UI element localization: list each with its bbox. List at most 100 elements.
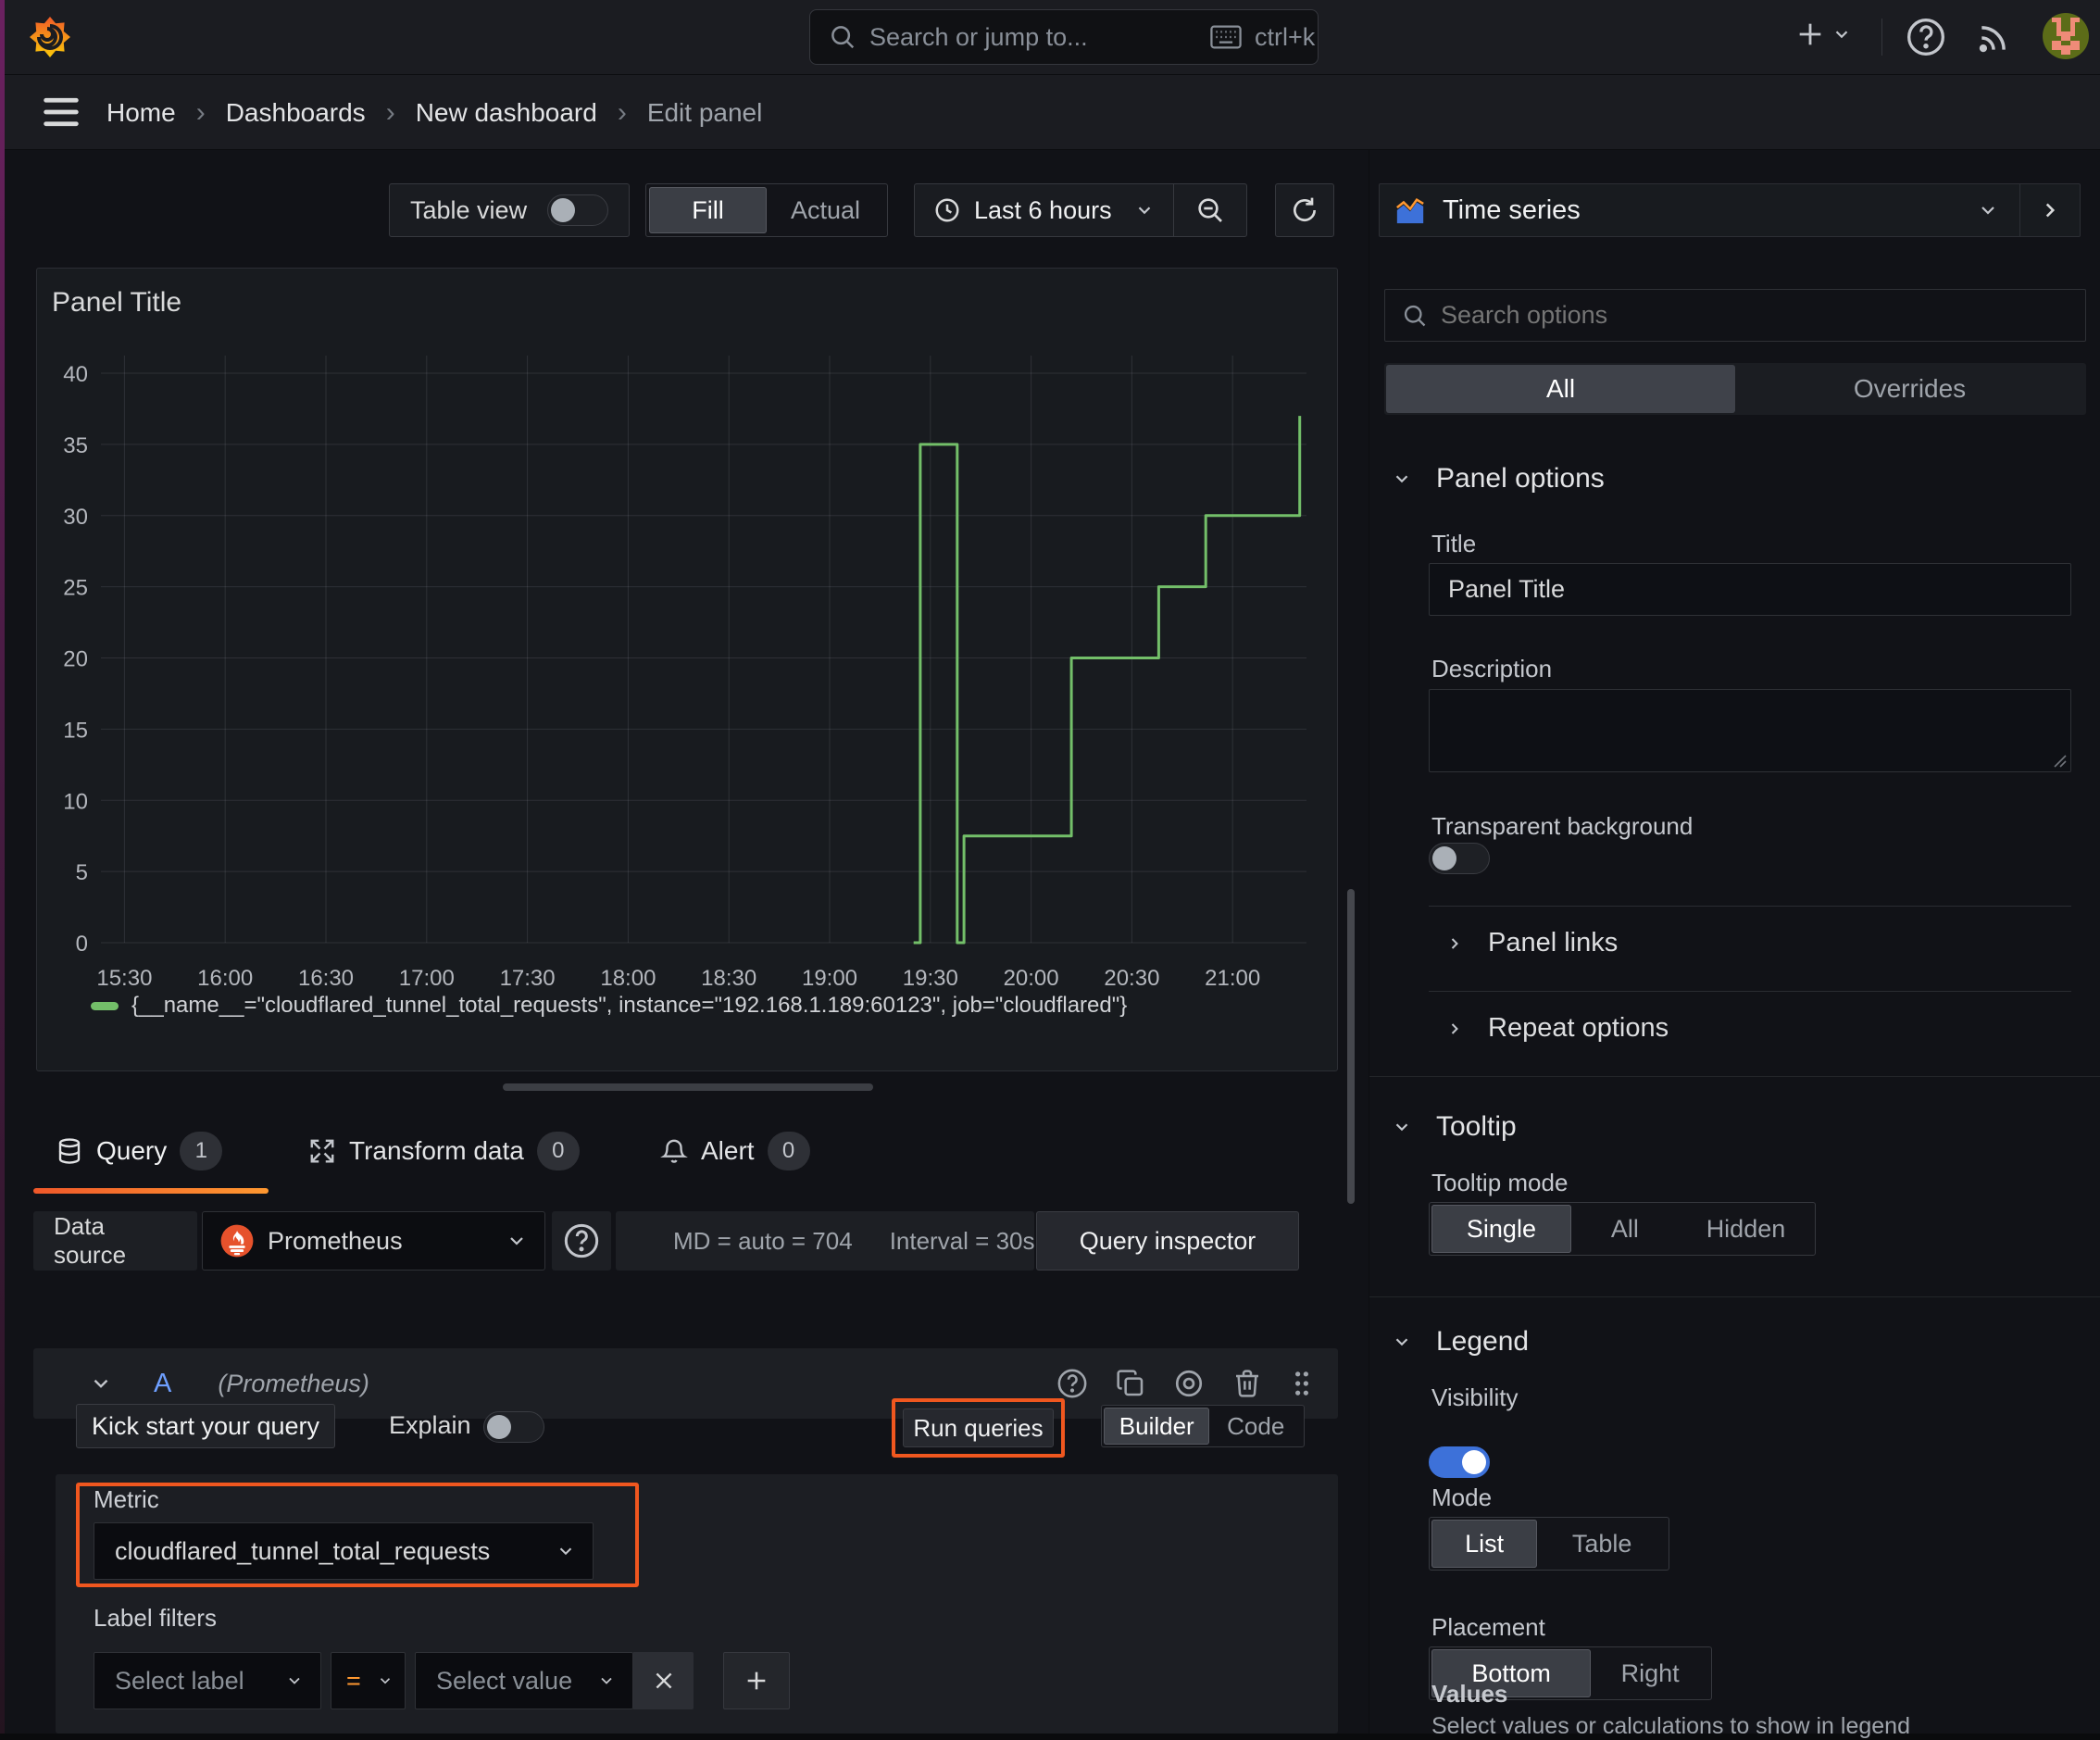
panel-title-input[interactable]	[1429, 563, 2071, 616]
breadcrumb-separator: ›	[617, 97, 627, 128]
transparent-background-label: Transparent background	[1431, 812, 1694, 840]
legend-section-header[interactable]: Legend	[1392, 1326, 1529, 1358]
duplicate-query-icon[interactable]	[1116, 1369, 1145, 1398]
tab-all[interactable]: All	[1386, 365, 1735, 413]
toggle-visibility-icon[interactable]	[1173, 1368, 1205, 1399]
mode-table-option[interactable]: Table	[1537, 1520, 1667, 1568]
divider	[1429, 991, 2071, 992]
panel-links-label: Panel links	[1488, 928, 1619, 958]
menu-icon[interactable]	[41, 94, 81, 131]
divider	[1429, 906, 2071, 907]
query-options-row[interactable]: MD = auto = 704 Interval = 30s	[616, 1211, 1035, 1271]
chevron-down-icon	[1395, 1338, 1408, 1346]
query-options-interval: Interval = 30s	[889, 1226, 1035, 1255]
description-textarea[interactable]	[1429, 689, 2071, 772]
visualization-picker[interactable]: Time series	[1379, 183, 2081, 237]
tab-alert[interactable]: Alert 0	[660, 1132, 810, 1170]
zoom-out-button[interactable]	[1174, 184, 1246, 236]
chevron-down-icon	[1395, 1123, 1408, 1132]
tab-query[interactable]: Query 1	[56, 1132, 223, 1170]
panel-links-section[interactable]: Panel links	[1445, 928, 1618, 958]
remove-filter-button[interactable]	[633, 1652, 694, 1709]
builder-option[interactable]: Builder	[1104, 1408, 1210, 1445]
datasource-help-icon[interactable]	[552, 1211, 611, 1271]
vertical-scrollbar[interactable]	[1347, 889, 1355, 1204]
time-range-label: Last 6 hours	[974, 195, 1112, 224]
tooltip-all-option[interactable]: All	[1571, 1205, 1679, 1253]
grafana-logo-icon[interactable]	[28, 15, 72, 59]
legend-mode-group: List Table	[1429, 1517, 1669, 1571]
refresh-button[interactable]	[1275, 183, 1334, 237]
select-label-dropdown[interactable]: Select label	[94, 1652, 321, 1709]
topbar-divider	[1881, 19, 1882, 56]
drag-handle-icon[interactable]	[1290, 1369, 1314, 1398]
tooltip-mode-label: Tooltip mode	[1431, 1169, 1569, 1196]
delete-query-icon[interactable]	[1232, 1369, 1262, 1398]
operator-dropdown[interactable]: =	[331, 1652, 406, 1709]
breadcrumb-home[interactable]: Home	[106, 98, 176, 128]
kick-start-query-button[interactable]: Kick start your query	[76, 1404, 335, 1448]
code-option[interactable]: Code	[1209, 1408, 1302, 1445]
tooltip-section-header[interactable]: Tooltip	[1392, 1111, 1517, 1143]
tab-transform[interactable]: Transform data 0	[308, 1132, 580, 1170]
datasource-label: Data source	[33, 1211, 197, 1271]
svg-text:10: 10	[63, 789, 88, 814]
avatar[interactable]	[2043, 13, 2089, 59]
query-ref-id[interactable]: A	[154, 1369, 171, 1399]
tab-overrides[interactable]: Overrides	[1735, 365, 2084, 413]
chart-legend[interactable]: {__name__="cloudflared_tunnel_total_requ…	[91, 993, 1127, 1019]
expand-vis-picker-button[interactable]	[2020, 184, 2080, 236]
svg-text:0: 0	[76, 932, 88, 957]
left-edge-stripe	[0, 0, 5, 1734]
repeat-options-label: Repeat options	[1488, 1013, 1669, 1043]
breadcrumb-new-dashboard[interactable]: New dashboard	[416, 98, 597, 128]
add-filter-button[interactable]	[723, 1652, 790, 1709]
time-range-picker[interactable]: Last 6 hours	[915, 196, 1173, 225]
query-editor-body: Metric cloudflared_tunnel_total_requests…	[56, 1474, 1338, 1734]
actual-option[interactable]: Actual	[767, 187, 884, 233]
chevron-right-icon	[1451, 1022, 1458, 1034]
search-shortcut: ctrl+k	[1255, 22, 1316, 51]
select-value-dropdown[interactable]: Select value	[415, 1652, 633, 1709]
tab-alert-count: 0	[767, 1132, 810, 1170]
legend-placement-label: Placement	[1431, 1613, 1545, 1641]
query-help-icon[interactable]	[1056, 1368, 1088, 1399]
metric-value: cloudflared_tunnel_total_requests	[115, 1536, 491, 1565]
panel-resize-handle[interactable]	[503, 1083, 873, 1091]
new-menu-button[interactable]	[1794, 19, 1852, 50]
resize-corner-icon[interactable]	[2052, 753, 2067, 768]
datasource-picker[interactable]: Prometheus	[202, 1211, 545, 1271]
options-search-input[interactable]	[1441, 301, 2069, 330]
chevron-down-icon	[1395, 475, 1408, 483]
run-queries-button[interactable]: Run queries	[903, 1408, 1054, 1447]
global-search[interactable]: ctrl+k	[809, 9, 1319, 65]
placement-right-option[interactable]: Right	[1591, 1649, 1709, 1697]
svg-text:15:30: 15:30	[96, 966, 152, 991]
query-options-md: MD = auto = 704	[673, 1226, 853, 1255]
panel-options-section-header[interactable]: Panel options	[1392, 463, 1605, 494]
explain-label: Explain	[389, 1411, 471, 1439]
explain-toggle[interactable]	[483, 1411, 544, 1443]
repeat-options-section[interactable]: Repeat options	[1445, 1013, 1669, 1044]
table-view-toggle[interactable]	[547, 194, 608, 226]
fill-option[interactable]: Fill	[649, 187, 767, 233]
mode-list-option[interactable]: List	[1431, 1520, 1538, 1568]
transparent-background-toggle[interactable]	[1429, 843, 1490, 874]
search-icon	[1402, 303, 1428, 329]
plus-icon	[1799, 23, 1821, 45]
breadcrumb-dashboards[interactable]: Dashboards	[226, 98, 366, 128]
metric-select[interactable]: cloudflared_tunnel_total_requests	[94, 1522, 594, 1580]
help-icon[interactable]	[1906, 17, 1946, 57]
svg-text:16:00: 16:00	[197, 966, 253, 991]
search-icon	[829, 23, 856, 51]
table-view-label: Table view	[410, 195, 528, 224]
svg-text:20:30: 20:30	[1104, 966, 1159, 991]
search-input[interactable]	[869, 22, 1197, 52]
news-rss-icon[interactable]	[1976, 20, 2011, 56]
tooltip-single-option[interactable]: Single	[1431, 1205, 1571, 1253]
options-search[interactable]	[1384, 289, 2086, 342]
tab-query-label: Query	[96, 1136, 168, 1165]
legend-visibility-toggle[interactable]	[1429, 1446, 1490, 1478]
tooltip-hidden-option[interactable]: Hidden	[1679, 1205, 1813, 1253]
query-inspector-button[interactable]: Query inspector	[1036, 1211, 1299, 1271]
